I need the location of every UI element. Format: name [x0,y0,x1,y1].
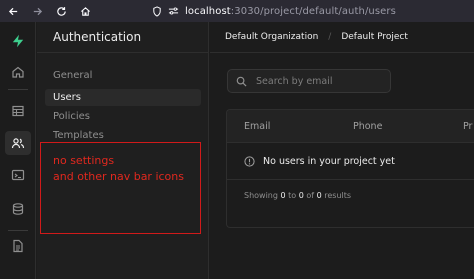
users-table: Email Phone Pr No users in your project … [226,109,474,228]
reload-button[interactable] [52,2,70,20]
shield-icon [153,5,161,17]
browser-toolbar: localhost:3030/project/default/auth/user… [0,0,474,22]
forward-button[interactable] [28,2,46,20]
search-box[interactable] [227,69,391,93]
rail-divider [8,230,28,231]
home-icon [80,6,90,16]
url-text[interactable]: localhost:3030/project/default/auth/user… [185,6,396,17]
annotation-text: no settings and other nav bar icons [53,153,203,185]
empty-state-row: No users in your project yet [227,143,474,180]
database-icon [12,203,24,215]
url-bar[interactable]: localhost:3030/project/default/auth/user… [152,6,396,17]
column-header-provider: Pr [463,121,473,132]
search-icon [236,76,247,87]
breadcrumb-organization[interactable]: Default Organization [225,32,318,42]
icon-rail [0,22,36,279]
menu-item-policies[interactable]: Policies [45,108,201,125]
arrow-left-icon [8,7,17,15]
breadcrumb: Default Organization / Default Project [210,22,474,53]
terminal-icon [11,169,25,181]
permissions-icon [168,7,179,15]
column-header-phone: Phone [353,121,383,132]
nav-table-editor[interactable] [5,99,31,123]
home-button[interactable] [76,2,94,20]
users-icon [11,138,25,149]
table-header: Email Phone Pr [227,110,474,143]
url-host: localhost [185,5,231,17]
nav-authentication[interactable] [5,131,31,155]
nav-sql-editor[interactable] [5,163,31,187]
summary-to-word: to [285,190,299,200]
summary-suffix: results [321,190,352,200]
search-input[interactable] [256,75,386,87]
rail-divider [8,89,28,90]
summary-prefix: Showing [244,190,281,200]
breadcrumb-project[interactable]: Default Project [341,32,408,42]
column-header-email: Email [244,121,271,132]
annotation-line-2: and other nav bar icons [53,170,184,183]
back-button[interactable] [4,2,22,20]
main-content: Default Organization / Default Project E… [210,22,474,279]
nav-database[interactable] [5,197,31,221]
breadcrumb-separator: / [328,32,332,42]
arrow-right-icon [33,7,42,15]
menu-item-general[interactable]: General [45,67,201,84]
logo-button[interactable] [5,29,31,53]
empty-state-message: No users in your project yet [263,155,395,167]
menu-title: Authentication [37,22,208,53]
nav-docs[interactable] [5,234,31,258]
home-icon [12,66,24,78]
pagination-summary: Showing 0 to 0 of 0 results [227,180,474,210]
table-icon [12,105,24,117]
supabase-logo-icon [12,34,24,48]
summary-of-word: of [303,190,317,200]
document-icon [13,239,23,253]
reload-icon [56,6,66,16]
nav-home[interactable] [5,60,31,84]
url-path: :3030/project/default/auth/users [230,5,396,17]
menu-item-users[interactable]: Users [45,89,201,106]
info-icon [244,155,255,167]
annotation-line-1: no settings [53,154,115,167]
